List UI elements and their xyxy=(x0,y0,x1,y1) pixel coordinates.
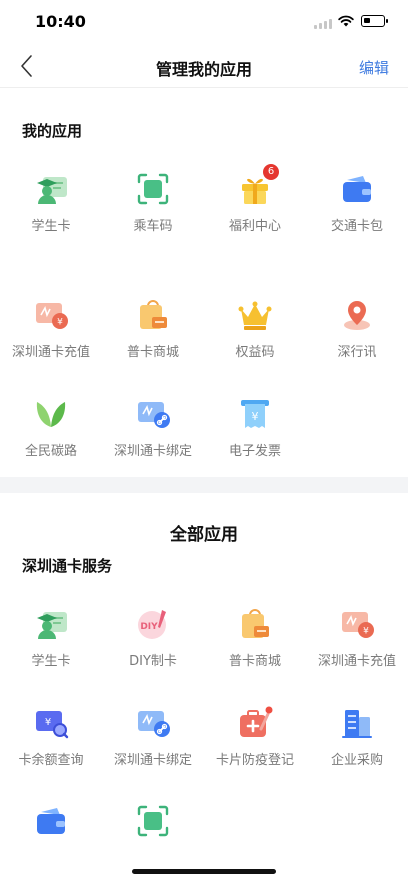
medical-kit-icon xyxy=(240,706,273,737)
status-bar: 10:40 xyxy=(0,0,408,44)
student-card-icon xyxy=(37,177,67,204)
card-link-icon xyxy=(138,711,170,737)
app-label: 深行讯 xyxy=(337,345,377,360)
app-label: 福利中心 xyxy=(228,219,281,234)
ride-code-icon xyxy=(137,173,169,205)
svg-text:DIY: DIY xyxy=(140,622,158,632)
shopping-bag-icon xyxy=(140,300,167,329)
cellular-signal-icon xyxy=(314,19,332,29)
notification-badge: 6 xyxy=(263,164,279,180)
app-tile-shenxingxun[interactable]: 深行讯 xyxy=(306,297,408,377)
app-tile-rights-code[interactable]: 权益码 xyxy=(204,297,306,377)
app-label: 卡余额查询 xyxy=(18,753,84,768)
page-title: 管理我的应用 xyxy=(155,60,252,79)
app-tile-student-card[interactable]: 学生卡 xyxy=(0,606,102,686)
app-label: 权益码 xyxy=(235,345,275,360)
app-label: 卡片防疫登记 xyxy=(215,753,294,768)
app-tile-balance-query[interactable]: ¥ 卡余额查询 xyxy=(0,705,102,785)
app-tile-epidemic-registration[interactable]: 卡片防疫登记 xyxy=(204,705,306,785)
edit-button[interactable]: 编辑 xyxy=(359,57,389,78)
app-tile-carbon-path[interactable]: 全民碳路 xyxy=(0,396,102,476)
svg-text:¥: ¥ xyxy=(363,627,369,637)
app-tile-student-card[interactable]: 学生卡 xyxy=(0,171,102,251)
app-label: 企业采购 xyxy=(330,753,383,768)
svg-text:¥: ¥ xyxy=(252,410,259,423)
my-apps-title: 我的应用 xyxy=(22,122,83,140)
all-apps-title: 全部应用 xyxy=(170,525,238,545)
section-divider xyxy=(0,477,408,493)
app-label: 深圳通卡充值 xyxy=(11,345,90,360)
app-label: 普卡商城 xyxy=(228,654,281,669)
app-label: 深圳通卡充值 xyxy=(317,654,396,669)
leaf-icon xyxy=(36,402,66,427)
app-tile-card-recharge[interactable]: ¥ 深圳通卡充值 xyxy=(306,606,408,686)
location-pin-icon xyxy=(344,301,370,330)
app-tile-welfare-center[interactable]: 6 福利中心 xyxy=(204,164,306,251)
app-tile-enterprise-purchase[interactable]: 企业采购 xyxy=(306,705,408,785)
svg-text:¥: ¥ xyxy=(45,717,51,728)
app-tile-card-recharge[interactable]: ¥ 深圳通卡充值 xyxy=(0,297,102,377)
app-tile-card-binding[interactable]: 深圳通卡绑定 xyxy=(102,396,204,476)
card-recharge-icon: ¥ xyxy=(342,612,374,638)
building-icon xyxy=(342,710,372,738)
app-label: 深圳通卡绑定 xyxy=(113,753,192,768)
app-label: DIY制卡 xyxy=(129,654,177,669)
balance-search-icon: ¥ xyxy=(36,711,69,739)
wallet-icon xyxy=(343,176,371,202)
app-label: 交通卡包 xyxy=(330,219,383,234)
app-tile-card-binding[interactable]: 深圳通卡绑定 xyxy=(102,705,204,785)
navigation-bar: 管理我的应用 编辑 xyxy=(0,44,408,88)
wallet-icon xyxy=(37,808,65,834)
app-tile-transit-wallet[interactable] xyxy=(0,803,102,883)
crown-icon xyxy=(238,301,272,330)
app-tile-diy-card[interactable]: DIY DIY制卡 xyxy=(102,606,204,686)
battery-icon xyxy=(361,15,388,27)
home-indicator xyxy=(132,869,276,874)
app-label: 电子发票 xyxy=(228,444,281,459)
student-card-icon xyxy=(37,612,67,639)
svg-text:¥: ¥ xyxy=(57,318,63,328)
ride-code-icon xyxy=(137,805,169,837)
card-link-icon xyxy=(138,402,170,428)
app-label: 学生卡 xyxy=(31,219,71,234)
shopping-bag-icon xyxy=(242,609,269,638)
app-label: 乘车码 xyxy=(133,219,173,234)
app-tile-e-invoice[interactable]: ¥ 电子发票 xyxy=(204,396,306,476)
wifi-icon xyxy=(338,15,354,27)
app-tile-ride-code[interactable]: 乘车码 xyxy=(102,171,204,251)
status-time: 10:40 xyxy=(35,12,86,31)
app-label: 深圳通卡绑定 xyxy=(113,444,192,459)
app-label: 全民碳路 xyxy=(24,444,77,459)
card-recharge-icon: ¥ xyxy=(36,303,68,329)
diy-card-icon: DIY xyxy=(138,610,166,639)
app-tile-transit-wallet[interactable]: 交通卡包 xyxy=(306,171,408,251)
app-tile-card-mall[interactable]: 普卡商城 xyxy=(204,606,306,686)
app-tile-card-mall[interactable]: 普卡商城 xyxy=(102,297,204,377)
app-label: 学生卡 xyxy=(31,654,71,669)
card-services-title: 深圳通卡服务 xyxy=(22,557,113,575)
app-label: 普卡商城 xyxy=(126,345,179,360)
invoice-icon: ¥ xyxy=(241,400,269,428)
